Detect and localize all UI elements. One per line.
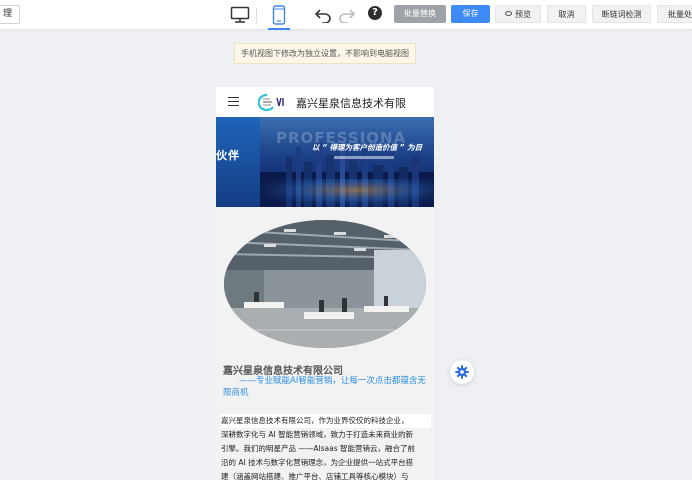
banner-partner-text: 伙伴 bbox=[216, 149, 240, 162]
undo-button[interactable] bbox=[312, 4, 334, 26]
logo-icon bbox=[258, 93, 284, 111]
mobile-view-button[interactable] bbox=[268, 4, 290, 26]
banner-slogan: 以 “ 得理为客户创造价值 ” 为目 bbox=[312, 143, 423, 152]
company-intro: 嘉兴星泉信息技术有限公司，作为业界佼佼的科技企业， 深耕数字化与 AI 智能营销… bbox=[221, 414, 431, 480]
help-icon[interactable]: ? bbox=[368, 6, 382, 20]
gear-icon bbox=[455, 365, 469, 379]
intro-line: 沿的 AI 技术与数字化营销理念，为企业提供一站式平台搭 bbox=[221, 458, 414, 467]
intro-line: 深耕数字化与 AI 智能营销领域，致力于打造未来商业的新 bbox=[221, 430, 414, 439]
top-toolbar: 理 ? 批量替换 保存 预览 取消 断链词检测 批量处 bbox=[0, 0, 692, 30]
mobile-preview: 嘉兴星泉信息技术有限 伙伴 PROFESSIONA 以 “ 得理为客户创造价值 … bbox=[216, 87, 434, 480]
office-photo bbox=[224, 220, 426, 348]
mobile-company-name: 嘉兴星泉信息技术有限 bbox=[296, 97, 406, 110]
mobile-view-notice: 手机视图下修改为独立设置，不影响到电脑视图 bbox=[234, 43, 416, 64]
hamburger-icon[interactable] bbox=[228, 97, 239, 106]
active-view-indicator bbox=[268, 28, 290, 30]
banner[interactable]: 伙伴 PROFESSIONA 以 “ 得理为客户创造价值 ” 为目 bbox=[216, 117, 434, 207]
company-slogan: ——专业赋能AI智能营销，让每一次点击都蕴含无限商机 bbox=[223, 376, 426, 398]
desktop-view-button[interactable] bbox=[229, 4, 251, 26]
preview-label: 预览 bbox=[515, 10, 531, 19]
banner-subtitle-line bbox=[334, 156, 394, 159]
mobile-icon bbox=[272, 5, 286, 25]
redo-icon bbox=[339, 9, 356, 23]
desktop-icon bbox=[230, 6, 250, 23]
save-button[interactable]: 保存 bbox=[451, 5, 490, 23]
eye-icon bbox=[505, 11, 512, 16]
mobile-header: 嘉兴星泉信息技术有限 bbox=[216, 87, 434, 117]
intro-line: 建（涵盖网站搭建、推广平台、店铺工具等核心模块）与 bbox=[221, 472, 409, 480]
intro-line: 嘉兴星泉信息技术有限公司，作为业界佼佼的科技企业， bbox=[221, 414, 431, 428]
batch-action-button[interactable]: 批量处 bbox=[657, 5, 692, 23]
redo-button[interactable] bbox=[336, 4, 358, 26]
batch-replace-button[interactable]: 批量替换 bbox=[394, 5, 446, 23]
intro-line: 引擎。我们的明星产品 ——Alsaas 智能营销云，融合了前 bbox=[221, 444, 415, 453]
broken-link-check-button[interactable]: 断链词检测 bbox=[592, 5, 651, 23]
left-input[interactable]: 理 bbox=[0, 5, 20, 24]
toolbar-divider bbox=[256, 8, 257, 23]
settings-button[interactable] bbox=[450, 360, 474, 384]
preview-button[interactable]: 预览 bbox=[495, 5, 541, 23]
undo-icon bbox=[314, 9, 331, 23]
cancel-button[interactable]: 取消 bbox=[547, 5, 586, 23]
